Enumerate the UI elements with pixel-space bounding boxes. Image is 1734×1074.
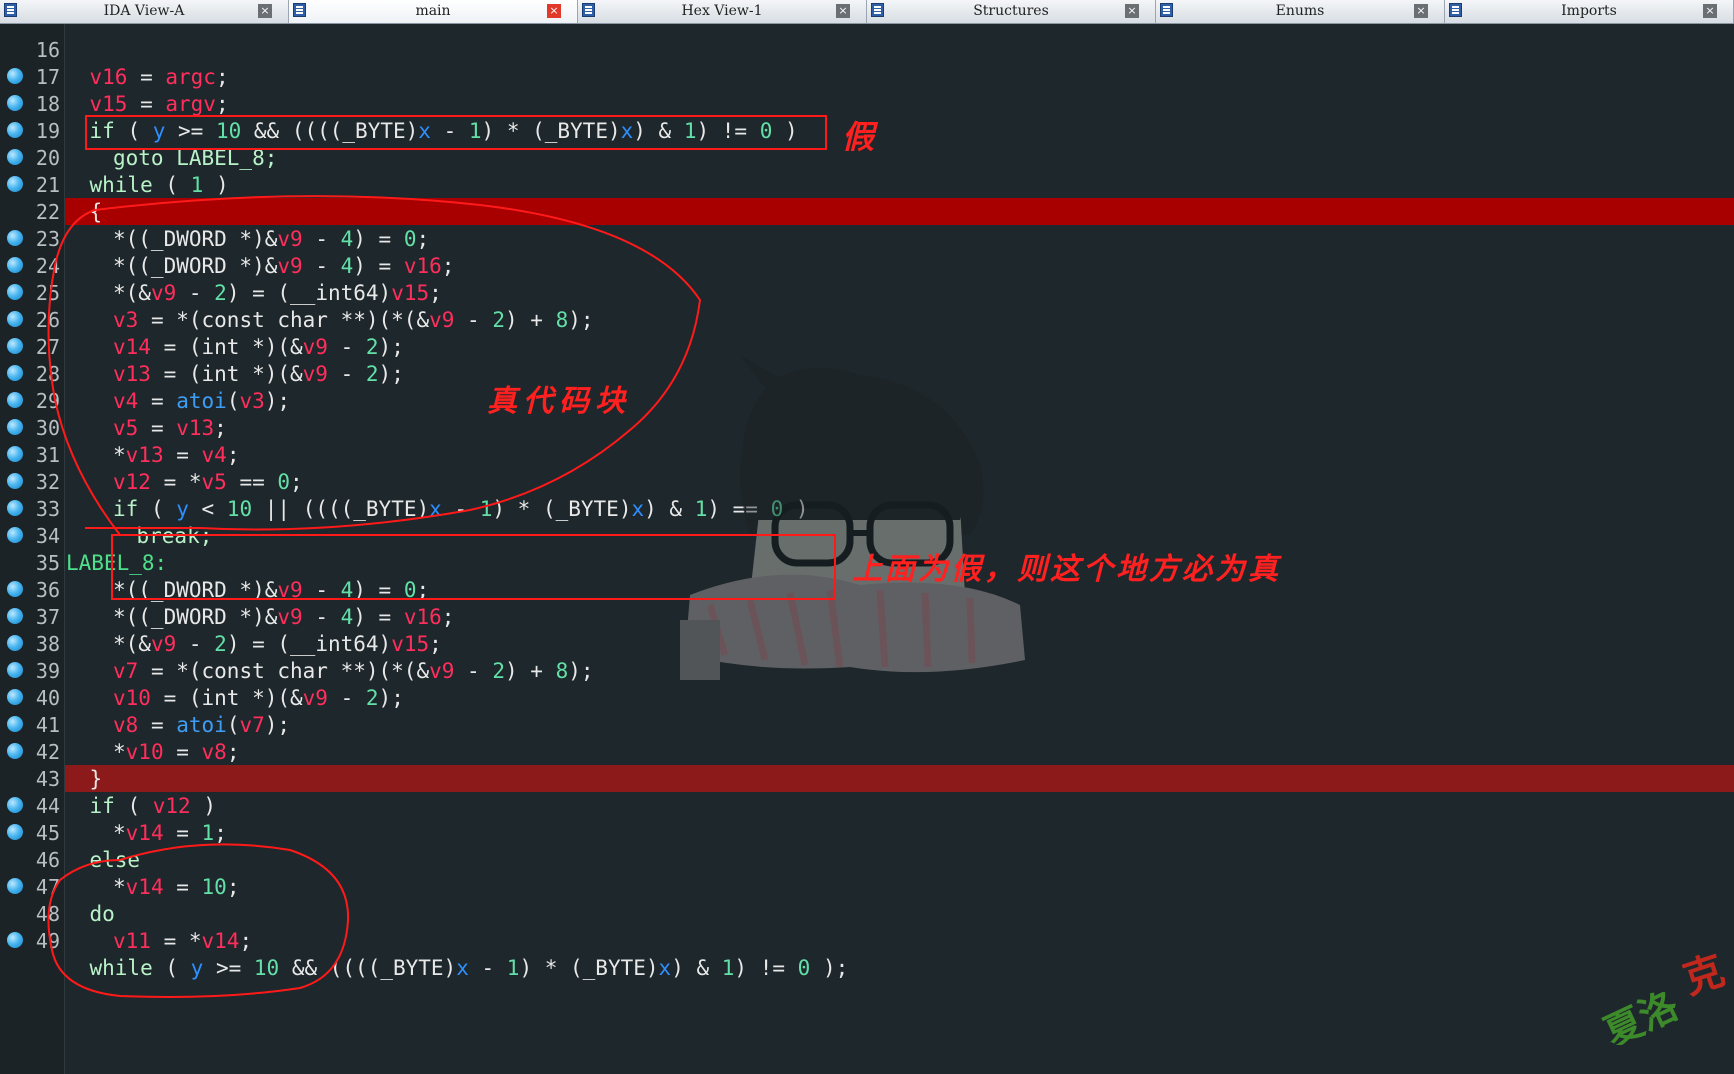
signature-logo-icon: 夏洛 克 xyxy=(1597,947,1730,1045)
svg-text:夏洛: 夏洛 xyxy=(1597,982,1686,1045)
freehand-circles xyxy=(47,195,702,998)
svg-text:克: 克 xyxy=(1677,947,1730,1004)
annotation-true-block: 真代码块 xyxy=(487,384,631,419)
annotation-then-true: 上面为假，则这个地方必为真 xyxy=(852,552,1281,587)
annotation-false: 假 xyxy=(842,118,875,156)
